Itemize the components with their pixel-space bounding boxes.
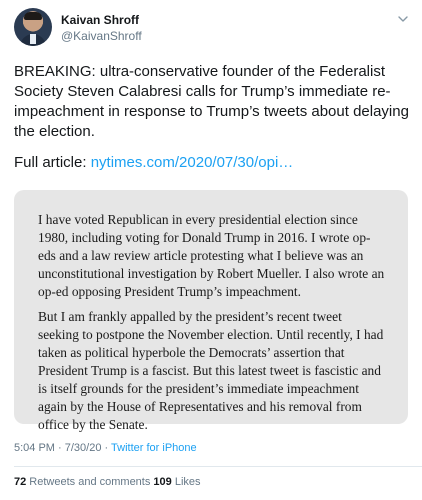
tweet-header: Kaivan Shroff @KaivanShroff [14,8,410,48]
retweets-count: 72 [14,476,27,488]
tweet-text: BREAKING: ultra-conservative founder of … [14,63,409,140]
full-article-label: Full article: [14,154,91,171]
user-handle[interactable]: @KaivanShroff [61,29,142,43]
avatar-hair [24,12,42,20]
avatar-collar [30,34,36,44]
meta-separator: · [54,442,65,454]
tweet-meta: 5:04 PM · 7/30/20 · Twitter for iPhone [14,442,197,454]
tweet-time: 5:04 PM [14,442,55,454]
tweet-stats: 72 Retweets and comments 109 Likes [14,476,201,488]
meta-separator: · [101,442,112,454]
likes-stat[interactable]: 109 Likes [153,476,200,488]
chevron-down-icon[interactable] [396,12,410,26]
quoted-article-image[interactable]: I have voted Republican in every preside… [14,190,408,432]
tweet-source-link[interactable]: Twitter for iPhone [111,442,197,454]
quoted-article-text: I have voted Republican in every preside… [38,211,386,441]
avatar[interactable] [14,8,52,46]
article-link[interactable]: nytimes.com/2020/07/30/opi… [91,154,294,171]
retweets-stat[interactable]: 72 Retweets and comments [14,476,153,488]
quote-paragraph-1: I have voted Republican in every preside… [38,212,385,299]
likes-label: Likes [171,476,201,488]
quote-paragraph-2: But I am frankly appalled by the preside… [38,309,384,432]
retweets-label: Retweets and comments [26,476,154,488]
likes-count: 109 [153,476,172,488]
full-article-line: Full article: nytimes.com/2020/07/30/opi… [14,153,410,173]
divider [14,466,422,467]
tweet-date: 7/30/20 [64,442,102,454]
user-name[interactable]: Kaivan Shroff [61,13,139,27]
